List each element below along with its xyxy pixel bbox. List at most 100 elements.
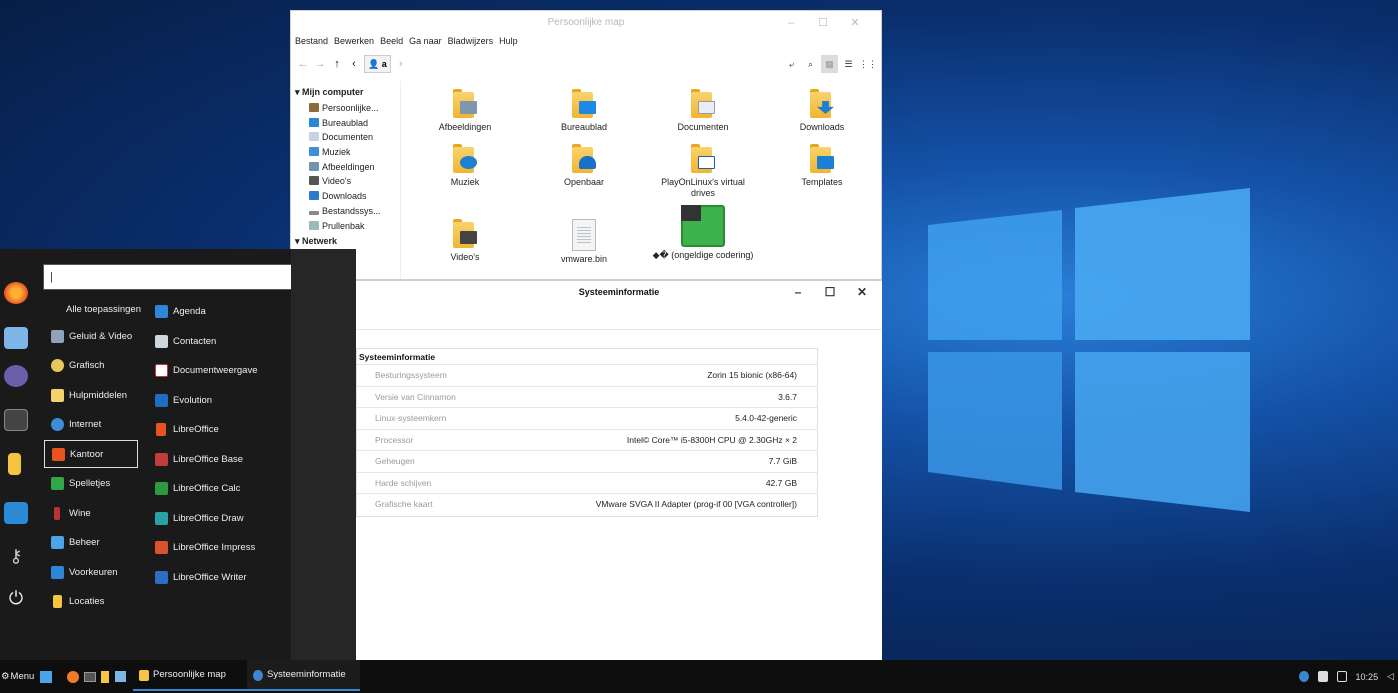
file-icon-afbeeldingen[interactable]: Afbeeldingen	[410, 89, 520, 133]
favorites-bar: ⚷ ⏻	[0, 249, 32, 660]
taskbar-launchers: ⚙ Menu	[0, 660, 127, 693]
sysinfo-titlebar[interactable]: Systeeminformatie – ☐ ✕	[356, 281, 882, 303]
clock[interactable]: 10:25	[1356, 672, 1379, 682]
app-libreoffice-impress[interactable]: LibreOffice Impress	[148, 534, 290, 562]
file-icon-muziek[interactable]: Muziek	[410, 144, 520, 188]
folder-downloads-icon	[810, 89, 834, 119]
sidebar-item-home[interactable]: Persoonlijke...	[295, 101, 396, 116]
table-row: Harde schijven 42.7 GB	[357, 473, 817, 494]
category-sound-video[interactable]: Geluid & Video	[44, 323, 138, 351]
firefox-icon[interactable]	[4, 282, 28, 304]
table-row: Linux-systeemkern 5.4.0-42-generic	[357, 408, 817, 430]
category-accessories[interactable]: Hulpmiddelen	[44, 382, 138, 410]
icon-view-icon[interactable]: ▦	[821, 55, 838, 73]
file-icon-documenten[interactable]: Documenten	[648, 89, 758, 133]
compact-view-icon[interactable]: ⋮⋮	[859, 55, 877, 73]
back-icon[interactable]: ←	[296, 55, 310, 73]
menu-bladwijzers[interactable]: Bladwijzers	[448, 35, 494, 49]
maximize-icon[interactable]: ☐	[814, 281, 846, 303]
file-icon-openbaar[interactable]: Openbaar	[529, 144, 639, 188]
menu-beeld[interactable]: Beeld	[380, 35, 403, 49]
category-administration[interactable]: Beheer	[44, 529, 138, 557]
fm-titlebar[interactable]: Persoonlijke map – ☐ ✕	[291, 11, 881, 35]
taskbar: ⚙ Menu Persoonlijke map Systeeminformatie…	[0, 660, 1398, 693]
path-left-icon[interactable]: ‹	[347, 55, 361, 73]
category-places[interactable]: Locaties	[44, 588, 138, 616]
menu-button[interactable]: ⚙ Menu	[0, 671, 34, 682]
sidebar-item-videos[interactable]: Video's	[295, 174, 396, 189]
up-icon[interactable]: ↑	[330, 55, 344, 73]
sidebar-item-desktop[interactable]: Bureaublad	[295, 116, 396, 131]
menu-ga-naar[interactable]: Ga naar	[409, 35, 442, 49]
category-internet[interactable]: Internet	[44, 411, 138, 439]
category-preferences[interactable]: Voorkeuren	[44, 559, 138, 587]
menu-hulp[interactable]: Hulp	[499, 35, 518, 49]
app-libreoffice-base[interactable]: LibreOffice Base	[148, 446, 290, 474]
sidebar-item-pictures[interactable]: Afbeeldingen	[295, 160, 396, 175]
location-toggle-icon[interactable]: ⤶	[783, 55, 800, 73]
sidebar-header-computer[interactable]: ▾ Mijn computer	[295, 84, 396, 101]
libreoffice-impress-icon	[155, 541, 168, 554]
task-sysinfo[interactable]: Systeeminformatie	[247, 660, 360, 691]
path-right-icon[interactable]: ›	[394, 55, 408, 73]
category-office[interactable]: Kantoor	[44, 440, 138, 468]
settings-panel-icon[interactable]	[4, 327, 28, 349]
minimize-icon[interactable]: –	[775, 11, 807, 35]
forward-icon[interactable]: →	[313, 55, 327, 73]
files-icon[interactable]	[8, 453, 21, 475]
menu-bestand[interactable]: Bestand	[295, 35, 328, 49]
app-evolution[interactable]: Evolution	[148, 387, 290, 415]
category-graphics[interactable]: Grafisch	[44, 352, 138, 380]
path-home-button[interactable]: 👤 a	[364, 55, 391, 73]
close-icon[interactable]: ✕	[839, 11, 871, 35]
display-settings-icon[interactable]	[4, 502, 28, 524]
key-icon[interactable]: ⚷	[4, 545, 28, 567]
task-file-manager[interactable]: Persoonlijke map	[133, 660, 248, 691]
file-icon-templates[interactable]: Templates	[767, 144, 877, 188]
volume-icon[interactable]: ◁	[1387, 671, 1394, 682]
libreoffice-draw-icon	[155, 512, 168, 525]
table-row: Grafische kaart VMware SVGA II Adapter (p…	[375, 499, 797, 509]
file-icon-videos[interactable]: Video's	[410, 219, 520, 263]
category-wine[interactable]: Wine	[44, 500, 138, 528]
list-view-icon[interactable]: ☰	[840, 55, 857, 73]
bluetooth-icon[interactable]	[1298, 671, 1309, 682]
file-icon-playonlinux[interactable]: PlayOnLinux's virtual drives	[648, 144, 758, 199]
files-icon[interactable]	[101, 670, 110, 683]
file-icon-invalid-encoding[interactable]: ◆� (ongeldige codering)	[648, 205, 758, 261]
app-agenda[interactable]: Agenda	[148, 298, 290, 326]
search-icon[interactable]: ⌕	[802, 55, 819, 73]
menu-bewerken[interactable]: Bewerken	[334, 35, 374, 49]
sidebar-item-downloads[interactable]: Downloads	[295, 189, 396, 204]
app-libreoffice[interactable]: LibreOffice	[148, 416, 290, 444]
user-icon[interactable]	[1317, 671, 1328, 682]
start-menu: ⚷ ⏻ | ⌕ Alle toepassingen Geluid & Video…	[0, 249, 356, 660]
software-icon[interactable]	[115, 671, 127, 682]
app-libreoffice-writer[interactable]: LibreOffice Writer	[148, 564, 290, 592]
terminal-icon[interactable]	[84, 671, 97, 682]
terminal-icon[interactable]	[4, 409, 28, 431]
file-icon-bureaublad[interactable]: Bureaublad	[529, 89, 639, 133]
file-icon-downloads[interactable]: Downloads	[767, 89, 877, 133]
app-contacten[interactable]: Contacten	[148, 328, 290, 356]
close-icon[interactable]: ✕	[846, 281, 878, 303]
app-libreoffice-draw[interactable]: LibreOffice Draw	[148, 505, 290, 533]
category-games[interactable]: Spelletjes	[44, 470, 138, 498]
show-desktop-icon[interactable]	[40, 670, 53, 683]
minimize-icon[interactable]: –	[782, 281, 814, 303]
app-documentweergave[interactable]: Documentweergave	[148, 357, 290, 385]
power-icon[interactable]: ⏻	[4, 587, 28, 609]
file-icon-vmware-bin[interactable]: vmware.bin	[529, 219, 639, 265]
network-icon[interactable]	[1336, 671, 1347, 682]
category-all-apps[interactable]: Alle toepassingen	[44, 296, 141, 324]
sidebar-item-music[interactable]: Muziek	[295, 145, 396, 160]
sidebar-header-network[interactable]: ▾ Netwerk	[295, 233, 396, 250]
libreoffice-writer-icon	[155, 571, 168, 584]
store-icon[interactable]	[4, 365, 28, 387]
sidebar-item-filesystem[interactable]: Bestandssys...	[295, 204, 396, 219]
sidebar-item-documents[interactable]: Documenten	[295, 130, 396, 145]
app-libreoffice-calc[interactable]: LibreOffice Calc	[148, 475, 290, 503]
sidebar-item-trash[interactable]: Prullenbak	[295, 219, 396, 234]
maximize-icon[interactable]: ☐	[807, 11, 839, 35]
firefox-icon[interactable]	[67, 670, 80, 683]
